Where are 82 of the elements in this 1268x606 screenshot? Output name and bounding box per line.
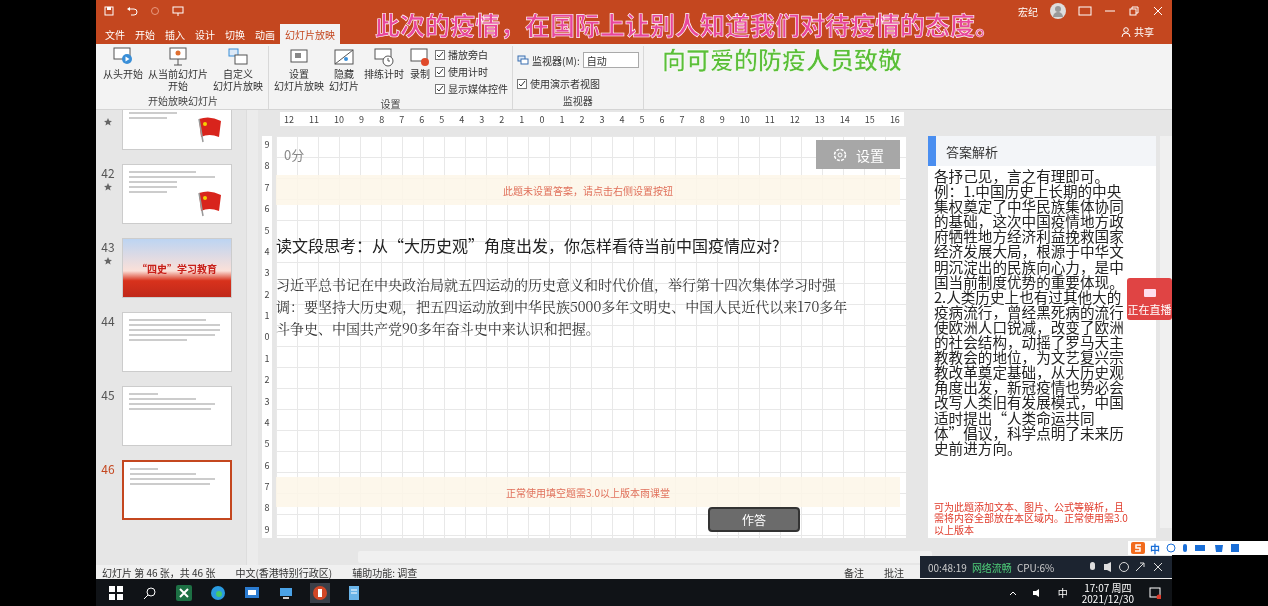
ime-indicator[interactable]: 中: [1057, 585, 1068, 600]
language-status[interactable]: 中文(香港特别行政区): [235, 564, 333, 580]
save-icon[interactable]: [104, 6, 114, 16]
hint-text: 正常使用填空题需3.0以上版本雨课堂: [506, 484, 670, 500]
projector-screen-icon: [167, 47, 189, 67]
checkbox[interactable]: 使用计时: [435, 64, 508, 79]
scrollbar[interactable]: [1160, 136, 1172, 528]
undo-icon[interactable]: [126, 6, 138, 16]
answer-text: 各抒己见，言之有理即可。: [934, 168, 1110, 184]
checkbox[interactable]: 使用演示者视图: [517, 76, 639, 91]
scrollbar[interactable]: [358, 551, 932, 563]
presentation-app-icon[interactable]: [310, 582, 330, 603]
presenter-icon[interactable]: [172, 6, 184, 16]
user-name: 宏纪: [1018, 3, 1038, 19]
monitor-icon: [517, 55, 529, 65]
checkmark-icon: [518, 79, 526, 88]
panel-note: 可为此题添加文本、图片、公式等解析，且需将内容全部放在本区域内。正常使用需3.0以上版本: [934, 500, 1129, 535]
accessibility-status[interactable]: 辅助功能: 调查: [352, 564, 418, 580]
ribbon-button[interactable]: 设置 幻灯片放映: [273, 46, 325, 92]
ribbon-display-icon[interactable]: [1078, 6, 1092, 16]
group-label: 开始放映幻灯片: [147, 93, 219, 109]
slide-number: 43: [101, 238, 115, 255]
slide-thumbnail[interactable]: [122, 460, 232, 520]
gear-icon: [832, 146, 848, 163]
person-icon: [1121, 26, 1131, 37]
spreadsheet-app-icon[interactable]: [174, 582, 194, 603]
monitor-select[interactable]: 自动: [582, 52, 639, 68]
panel-title: 答案解析: [946, 141, 998, 161]
answer-text: 例：1.中国历史上长期的中央集权奠定了中华民族集体协同的基础，这次中国疫情地方政府牺牲地方经济利益挽救国家经济发展大局，根源于中华文明沉淀出的民族向心力，是中国当前制度优势的重要体现。: [934, 183, 1125, 289]
slide-count: 幻灯片 第 46 张，共 46 张: [102, 564, 216, 580]
comments-button[interactable]: 批注: [884, 564, 904, 580]
close-icon[interactable]: [1152, 6, 1164, 16]
group-label: 监视器: [561, 93, 594, 109]
slide-number: 45: [101, 386, 115, 403]
clock[interactable]: 17:07 周四 2021/12/30: [1081, 581, 1134, 604]
ribbon-tab[interactable]: 设计: [190, 24, 220, 44]
vertical-ruler: 9 8 7 6 5 4 3 2 1 0 1 2 3 4 5 6 7 8 9: [262, 136, 272, 538]
banner-title: “四史”学习教育: [137, 260, 217, 276]
stopwatch-icon: [373, 47, 395, 67]
avatar-icon[interactable]: [1050, 3, 1066, 19]
ribbon-button[interactable]: 自定义 幻灯片放映: [212, 46, 264, 92]
ribbon-button[interactable]: 录制: [408, 46, 432, 80]
notes-button[interactable]: 备注: [844, 564, 864, 580]
hidden-slide-icon: [333, 47, 355, 67]
ribbon-tab[interactable]: 插入: [160, 24, 190, 44]
stream-duration: 00:48:19: [928, 559, 967, 575]
question-text: 读文段思考：从“大历史观”角度出发，你怎样看待当前中国疫情应对?: [276, 233, 781, 257]
ribbon-tab[interactable]: 切换: [220, 24, 250, 44]
score-label: 0分: [284, 145, 305, 164]
ribbon-tab[interactable]: 文件: [100, 24, 130, 44]
record-icon: [409, 47, 431, 67]
ribbon-tab[interactable]: 动画: [250, 24, 280, 44]
stream-controls-icon[interactable]: [1088, 561, 1164, 573]
slide-thumbnail[interactable]: “四史”学习教育: [122, 238, 232, 298]
projector-play-icon: [112, 47, 134, 67]
network-status: 网络流畅: [971, 559, 1012, 575]
scrollbar[interactable]: [246, 110, 258, 565]
ime-mode[interactable]: 中: [1150, 540, 1160, 556]
ribbon-button[interactable]: 从头开始: [102, 46, 144, 80]
slide-number: 44: [101, 312, 115, 329]
answer-button[interactable]: 作答: [708, 507, 800, 532]
group-label: 设置: [379, 96, 402, 112]
horizontal-ruler: 12 11 10 9 8 7 6 5 4 3 2 1 0 1 2 3 4 5 6 7 8 9 10 11 12 13 14 15 16: [280, 112, 904, 126]
ribbon-button[interactable]: 隐藏 幻灯片: [328, 46, 360, 92]
slides-stack-icon: [227, 47, 249, 67]
live-status-toast[interactable]: 正在直播: [1127, 278, 1172, 320]
share-button[interactable]: 共享: [1115, 23, 1160, 40]
overlay-caption: 此次的疫情，在国际上让别人知道我们对待疫情的态度。: [375, 6, 1000, 42]
hint-text: 此题未设置答案，请点击右侧设置按钮: [503, 182, 673, 198]
ribbon-tab[interactable]: 开始: [130, 24, 160, 44]
field-label: 监视器(M):: [532, 52, 580, 68]
slide-number: 42: [101, 164, 115, 181]
cpu-usage: CPU:6%: [1016, 559, 1055, 575]
checkbox[interactable]: 播放旁白: [435, 47, 508, 62]
overlay-caption: 向可爱的防疫人员致敬: [662, 41, 902, 76]
ribbon-tab[interactable]: 幻灯片放映: [280, 24, 340, 44]
passage-text: 习近平总书记在中央政治局就五四运动的历史意义和时代价值，举行第十四次集体学习时强调：要坚持大历史观，把五四运动放到中华民族5000多年文明史、中国人民近代以来170多年斗争史、中国共产党90多年奋斗史中来认识和把握。: [276, 273, 849, 339]
ribbon-button[interactable]: 排练计时: [363, 46, 405, 80]
restore-icon[interactable]: [1128, 6, 1140, 16]
slide-number: 46: [101, 460, 115, 477]
checkbox[interactable]: 显示媒体控件: [435, 81, 508, 96]
ribbon-button[interactable]: 从当前幻灯片 开始: [147, 46, 209, 92]
